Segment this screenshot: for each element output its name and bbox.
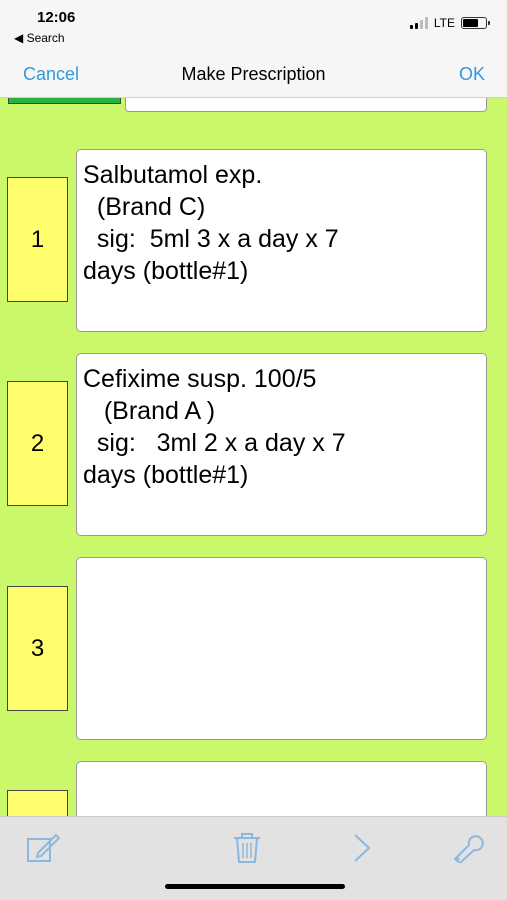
status-bar: 12:06 ◀ Search LTE [0,0,507,52]
row-number-4[interactable] [7,790,68,816]
signal-icon [409,17,428,29]
chevron-right-icon[interactable] [352,833,372,868]
prescription-text-2[interactable]: Cefixime susp. 100/5 (Brand A ) sig: 3ml… [76,353,487,536]
row-number-3[interactable]: 3 [7,586,68,711]
ok-button[interactable]: OK [459,64,485,85]
nav-bar: Cancel Make Prescription OK [0,52,507,98]
prescription-text-3[interactable] [76,557,487,740]
trash-icon[interactable] [233,833,261,868]
previous-row-number-box[interactable] [8,98,121,104]
home-indicator [165,884,345,889]
row-number-2[interactable]: 2 [7,381,68,506]
page-title: Make Prescription [181,64,326,84]
prescription-text-4[interactable] [76,761,487,816]
wrench-icon[interactable] [452,833,484,868]
row-number-1[interactable]: 1 [7,177,68,302]
back-to-search-link[interactable]: ◀ Search [14,31,65,45]
prescription-text-1[interactable]: Salbutamol exp. (Brand C) sig: 5ml 3 x a… [76,149,487,332]
prescription-list[interactable]: 1 Salbutamol exp. (Brand C) sig: 5ml 3 x… [0,98,507,816]
status-indicators: LTE [409,16,490,30]
battery-icon [461,17,490,29]
previous-row-text-box[interactable] [125,98,487,112]
network-label: LTE [433,16,455,30]
compose-icon[interactable] [26,833,61,868]
status-time: 12:06 [37,9,76,26]
